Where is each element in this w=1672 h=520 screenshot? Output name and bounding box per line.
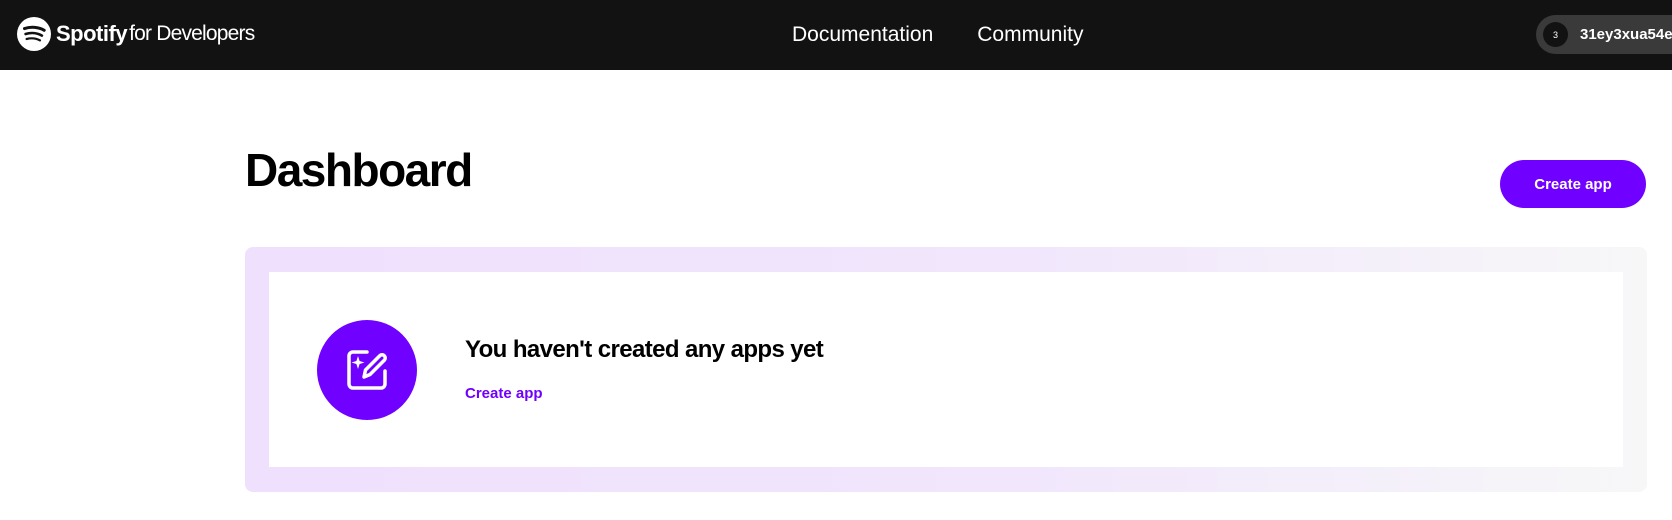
top-navigation-bar: Spotify for Developers Documentation Com… [0, 0, 1672, 70]
spotify-logo-icon [17, 17, 51, 51]
edit-sparkle-icon [347, 350, 387, 390]
nav-documentation[interactable]: Documentation [792, 23, 933, 47]
create-app-button[interactable]: Create app [1500, 160, 1646, 208]
brand-home-link[interactable]: Spotify for Developers [16, 16, 255, 52]
brand-suffix: for Developers [129, 22, 255, 45]
empty-state-card: You haven't created any apps yet Create … [269, 272, 1623, 467]
user-name: 31ey3xua54e [1580, 26, 1672, 43]
empty-state-create-app-link[interactable]: Create app [465, 384, 543, 404]
empty-state-icon-badge [317, 320, 417, 420]
page-title: Dashboard [245, 144, 473, 196]
user-menu-button[interactable]: 3 31ey3xua54e [1536, 15, 1672, 54]
nav-community[interactable]: Community [977, 23, 1083, 47]
main-nav: Documentation Community [792, 0, 1083, 70]
empty-state-panel: You haven't created any apps yet Create … [245, 247, 1647, 492]
brand-name: Spotify [56, 21, 128, 46]
empty-state-heading: You haven't created any apps yet [465, 336, 824, 363]
user-avatar: 3 [1543, 22, 1568, 47]
